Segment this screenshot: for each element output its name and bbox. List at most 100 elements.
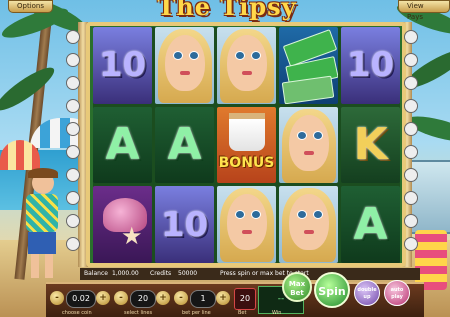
symbol-text: 10 — [160, 204, 209, 245]
symbol-plane-tickets — [279, 27, 338, 104]
lines-minus-button[interactable]: - — [114, 291, 128, 305]
symbol-a: A — [341, 186, 400, 263]
symbol-text: A — [353, 199, 388, 251]
symbol-a: A — [93, 106, 152, 184]
tourist-shorts — [28, 232, 56, 254]
face — [288, 194, 329, 251]
bonus-label: BONUS — [218, 154, 275, 171]
status-bar: Balance 1,000.00 Credits 50000 Press spi… — [80, 268, 420, 280]
payline-marker[interactable] — [66, 53, 80, 67]
win-label: Win — [272, 310, 282, 316]
symbol-blonde-woman — [217, 186, 276, 263]
coin-plus-button[interactable]: + — [96, 291, 110, 305]
face — [288, 114, 329, 171]
eye — [296, 210, 307, 220]
eye — [312, 210, 323, 220]
payline-marker[interactable] — [66, 76, 80, 90]
eye — [296, 130, 307, 140]
lines-value-display: 20 — [130, 290, 156, 308]
view-pays-button[interactable]: View Pays — [398, 0, 450, 21]
symbol-text: A — [105, 119, 140, 171]
credits-value: 50000 — [178, 270, 198, 277]
max-bet-button[interactable]: Max Bet — [282, 272, 312, 302]
credits-label: Credits — [150, 270, 172, 277]
face — [164, 35, 205, 91]
symbol-text: K — [353, 119, 388, 171]
symbol-a: A — [155, 106, 214, 184]
payline-marker[interactable] — [404, 76, 418, 90]
payline-marker[interactable] — [404, 214, 418, 228]
payline-marker[interactable] — [404, 99, 418, 113]
symbol-10: 10 — [341, 27, 400, 104]
symbol-text: 10 — [346, 45, 395, 86]
symbol-shell-starfish: ★ — [93, 186, 152, 263]
lips — [241, 71, 252, 75]
game-scene: Options View Pays The Tipsy Tourist 1010… — [0, 0, 450, 317]
face — [226, 194, 267, 251]
payline-marker[interactable] — [66, 145, 80, 159]
symbol-bonus: BONUS — [217, 106, 276, 184]
payline-marker[interactable] — [404, 53, 418, 67]
cocktail-cup — [228, 112, 265, 151]
payline-marker[interactable] — [404, 145, 418, 159]
payline-marker[interactable] — [66, 99, 80, 113]
spin-button[interactable]: Spin — [314, 272, 350, 308]
eye — [312, 130, 323, 140]
balance-value: 1,000.00 — [112, 270, 139, 277]
lips — [179, 71, 190, 75]
payline-marker[interactable] — [404, 30, 418, 44]
payline-marker[interactable] — [66, 191, 80, 205]
bet-label: Bet — [238, 310, 247, 316]
payline-marker[interactable] — [66, 30, 80, 44]
payline-marker[interactable] — [66, 214, 80, 228]
lips — [241, 230, 252, 235]
symbol-k: K — [341, 106, 400, 184]
payline-marker[interactable] — [404, 237, 418, 251]
bet-total-display: 20 — [234, 288, 256, 310]
control-panel: - 0.02 + choose coin - 20 + select lines… — [46, 272, 424, 317]
tourist-leg — [45, 254, 53, 278]
eye — [250, 210, 261, 220]
lines-label: select lines — [124, 310, 153, 316]
beach-towel — [415, 230, 447, 290]
payline-marker[interactable] — [66, 122, 80, 136]
payline-marker[interactable] — [404, 191, 418, 205]
lines-plus-button[interactable]: + — [156, 291, 170, 305]
reel-grid: 10 10 A A BONUS K ★ 10 A — [93, 27, 400, 263]
bet-line-plus-button[interactable]: + — [216, 291, 230, 305]
tourist-shirt — [26, 194, 58, 232]
lips — [303, 230, 314, 235]
eye — [172, 51, 183, 60]
game-logo: The Tipsy Tourist — [157, 0, 297, 50]
starfish-icon: ★ — [121, 222, 143, 251]
payline-marker[interactable] — [404, 168, 418, 182]
eye — [234, 210, 245, 220]
tourist-leg — [31, 254, 39, 278]
auto-play-button[interactable]: auto play — [384, 280, 410, 306]
bet-per-line-display: 1 — [190, 290, 216, 308]
tourist-hair — [28, 168, 58, 178]
payline-marker[interactable] — [404, 122, 418, 136]
options-button[interactable]: Options — [8, 0, 54, 13]
symbol-blonde-woman — [217, 27, 276, 104]
payline-marker[interactable] — [66, 168, 80, 182]
eye — [250, 51, 261, 60]
symbol-10: 10 — [155, 186, 214, 263]
symbol-blonde-woman — [155, 27, 214, 104]
eye — [188, 51, 199, 60]
payline-marker[interactable] — [66, 237, 80, 251]
symbol-blonde-woman — [279, 186, 338, 263]
double-up-button[interactable]: double up — [354, 280, 380, 306]
coin-value-display: 0.02 — [66, 290, 96, 308]
symbol-10: 10 — [93, 27, 152, 104]
eye — [234, 51, 245, 60]
coin-minus-button[interactable]: - — [50, 291, 64, 305]
face — [226, 35, 267, 91]
bet-per-line-label: bet per line — [182, 310, 211, 316]
lips — [303, 150, 314, 155]
tourist-character — [22, 168, 62, 282]
symbol-text: A — [167, 119, 202, 171]
balance-label: Balance — [84, 270, 108, 277]
bet-line-minus-button[interactable]: - — [174, 291, 188, 305]
coin-label: choose coin — [62, 310, 92, 316]
